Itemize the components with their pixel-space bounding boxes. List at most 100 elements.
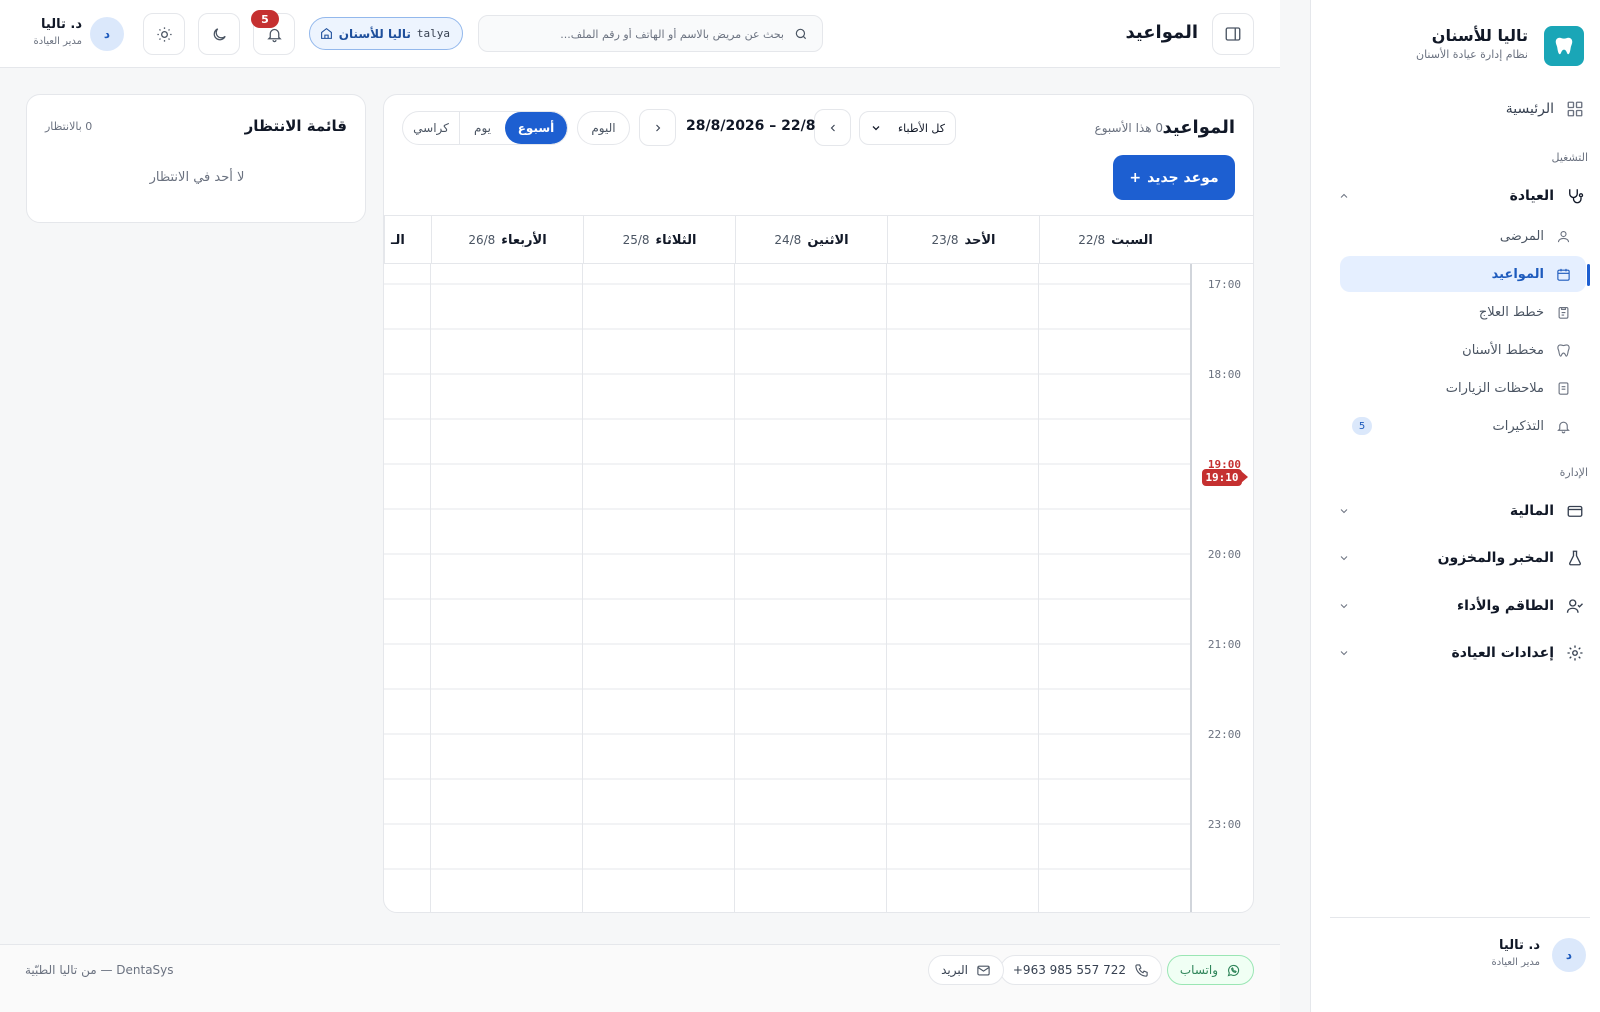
sidebar-item-home[interactable]: الرئيسية bbox=[1326, 91, 1586, 127]
hour-label: 20:00 bbox=[1207, 548, 1241, 561]
section-label-operation: التشغيل bbox=[1551, 151, 1589, 164]
day-name: الأربعاء bbox=[501, 232, 547, 248]
hour-label: 22:00 bbox=[1207, 728, 1241, 741]
footer: واتساب +963 985 557 722 البريد DentaSys … bbox=[0, 944, 1280, 1012]
toggle-sidebar-button[interactable] bbox=[1212, 13, 1254, 55]
hour-label: 21:00 bbox=[1207, 638, 1241, 651]
dashboard-grid-icon bbox=[1564, 100, 1586, 118]
footer-credit: DentaSys — من تاليا الطبّية bbox=[25, 963, 174, 977]
today-button[interactable]: اليوم bbox=[577, 111, 630, 145]
day-date: 22/8 bbox=[1078, 233, 1106, 247]
previous-week-button[interactable] bbox=[814, 109, 851, 146]
phone-button[interactable]: +963 985 557 722 bbox=[999, 955, 1162, 985]
sidebar-item-treatment-plans[interactable]: خطط العلاج bbox=[1340, 294, 1586, 330]
staff-icon bbox=[1564, 597, 1586, 615]
avatar[interactable]: د bbox=[90, 17, 124, 51]
hour-label: 23:00 bbox=[1207, 818, 1241, 831]
day-name: الثلاثاء bbox=[655, 232, 697, 248]
sidebar: تاليا للأسنان نظام إدارة عيادة الأسنان ا… bbox=[1310, 0, 1600, 1012]
sidebar-group-clinic-settings[interactable]: إعدادات العيادة bbox=[1326, 635, 1586, 671]
day-header-wednesday[interactable]: الأربعاء 26/8 bbox=[431, 216, 583, 264]
notifications-count-badge: 5 bbox=[251, 10, 279, 28]
day-header-thursday[interactable]: الـ bbox=[384, 216, 431, 264]
sidebar-item-appointments[interactable]: المواعيد bbox=[1340, 256, 1586, 292]
phone-number: +963 985 557 722 bbox=[1012, 963, 1126, 977]
whatsapp-icon bbox=[1226, 963, 1241, 978]
brand-name: تاليا للأسنان bbox=[1431, 26, 1528, 45]
day-date: 23/8 bbox=[931, 233, 959, 247]
mail-icon bbox=[976, 963, 991, 978]
sidebar-item-dental-chart[interactable]: مخطط الأسنان bbox=[1340, 332, 1586, 368]
current-time-arrow bbox=[1241, 471, 1248, 483]
sidebar-item-label: مخطط الأسنان bbox=[1462, 342, 1544, 358]
sidebar-item-patients[interactable]: المرضى bbox=[1340, 218, 1586, 254]
day-header-tuesday[interactable]: الثلاثاء 25/8 bbox=[583, 216, 735, 264]
reminders-count-badge: 5 bbox=[1352, 417, 1372, 435]
gear-icon bbox=[1564, 644, 1586, 662]
whatsapp-button[interactable]: واتساب bbox=[1166, 955, 1254, 985]
bell-icon bbox=[266, 26, 283, 43]
sidebar-group-clinic[interactable]: العيادة bbox=[1326, 178, 1586, 214]
tooth-logo-icon bbox=[1544, 26, 1584, 66]
day-header-sunday[interactable]: الأحد 23/8 bbox=[887, 216, 1039, 264]
sidebar-item-label: التذكيرات bbox=[1492, 418, 1544, 434]
moon-icon bbox=[211, 26, 228, 43]
email-label: البريد bbox=[941, 963, 968, 977]
chevron-up-icon bbox=[1338, 190, 1350, 202]
light-mode-button[interactable] bbox=[143, 13, 185, 55]
calendar-icon bbox=[1554, 267, 1572, 282]
sidebar-group-label: المالية bbox=[1509, 503, 1554, 519]
view-chairs-button[interactable]: كراسي bbox=[403, 112, 460, 144]
doctor-filter-value: كل الأطباء bbox=[898, 121, 945, 135]
current-time-badge: 19:10 bbox=[1202, 469, 1242, 486]
clinic-switcher[interactable]: talya تاليا للأسنان bbox=[309, 17, 463, 50]
view-day-button[interactable]: يوم bbox=[460, 112, 505, 144]
view-week-button[interactable]: أسبوع bbox=[505, 112, 567, 144]
brand-subtitle: نظام إدارة عيادة الأسنان bbox=[1415, 48, 1528, 61]
search-input[interactable] bbox=[494, 24, 784, 44]
next-week-button[interactable] bbox=[639, 109, 676, 146]
day-header-monday[interactable]: الاثنين 24/8 bbox=[735, 216, 887, 264]
doctor-filter-select[interactable]: كل الأطباء bbox=[859, 111, 956, 145]
waiting-list-empty-message: لا أحد في الانتظار bbox=[149, 170, 245, 185]
note-icon bbox=[1554, 381, 1572, 396]
sidebar-item-reminders[interactable]: التذكيرات 5 bbox=[1340, 408, 1586, 444]
sidebar-group-label: إعدادات العيادة bbox=[1451, 645, 1554, 661]
search-icon bbox=[794, 27, 808, 41]
user-icon bbox=[1554, 229, 1572, 244]
hour-label: 17:00 bbox=[1207, 278, 1241, 291]
sidebar-user-role: مدير العيادة bbox=[1491, 957, 1541, 968]
phone-icon bbox=[1134, 963, 1149, 978]
sidebar-item-label: المرضى bbox=[1499, 228, 1544, 244]
day-name: السبت bbox=[1111, 232, 1153, 248]
active-indicator bbox=[1587, 264, 1590, 286]
waiting-list-count: 0 بالانتظار bbox=[45, 120, 93, 133]
waiting-list-card: قائمة الانتظار 0 بالانتظار لا أحد في الا… bbox=[26, 94, 366, 223]
sidebar-item-label: خطط العلاج bbox=[1478, 304, 1544, 320]
new-appointment-label: موعد جديد bbox=[1147, 169, 1219, 186]
dark-mode-button[interactable] bbox=[198, 13, 240, 55]
user-name: د. تاليا bbox=[41, 17, 82, 32]
day-header-saturday[interactable]: السبت 22/8 bbox=[1039, 216, 1191, 264]
email-button[interactable]: البريد bbox=[928, 955, 1004, 985]
bell-icon bbox=[1554, 419, 1572, 434]
new-appointment-button[interactable]: موعد جديد + bbox=[1113, 155, 1235, 200]
calendar-day-headers: السبت 22/8 الأحد 23/8 الاثنين 24/8 الثلا… bbox=[384, 215, 1253, 264]
chevron-down-icon bbox=[1338, 600, 1350, 612]
sidebar-group-lab-inventory[interactable]: المخبر والمخزون bbox=[1326, 540, 1586, 576]
sidebar-group-staff[interactable]: الطاقم والأداء bbox=[1326, 588, 1586, 624]
avatar[interactable]: د bbox=[1552, 938, 1586, 972]
calendar-grid bbox=[384, 264, 1190, 912]
sidebar-item-visit-notes[interactable]: ملاحظات الزيارات bbox=[1340, 370, 1586, 406]
card-icon bbox=[1564, 502, 1586, 520]
sidebar-group-finance[interactable]: المالية bbox=[1326, 493, 1586, 529]
time-gutter-divider bbox=[1190, 215, 1192, 912]
user-role: مدير العيادة bbox=[33, 36, 83, 47]
time-gutter-header bbox=[1191, 216, 1253, 264]
whatsapp-label: واتساب bbox=[1179, 963, 1218, 977]
patient-search[interactable] bbox=[478, 15, 823, 52]
page-title: المواعيد bbox=[1125, 22, 1199, 43]
top-bar: المواعيد talya تاليا للأسنان 5 د د. تالي… bbox=[0, 0, 1280, 68]
chevron-down-icon bbox=[1338, 552, 1350, 564]
sidebar-item-label: ملاحظات الزيارات bbox=[1445, 380, 1544, 396]
